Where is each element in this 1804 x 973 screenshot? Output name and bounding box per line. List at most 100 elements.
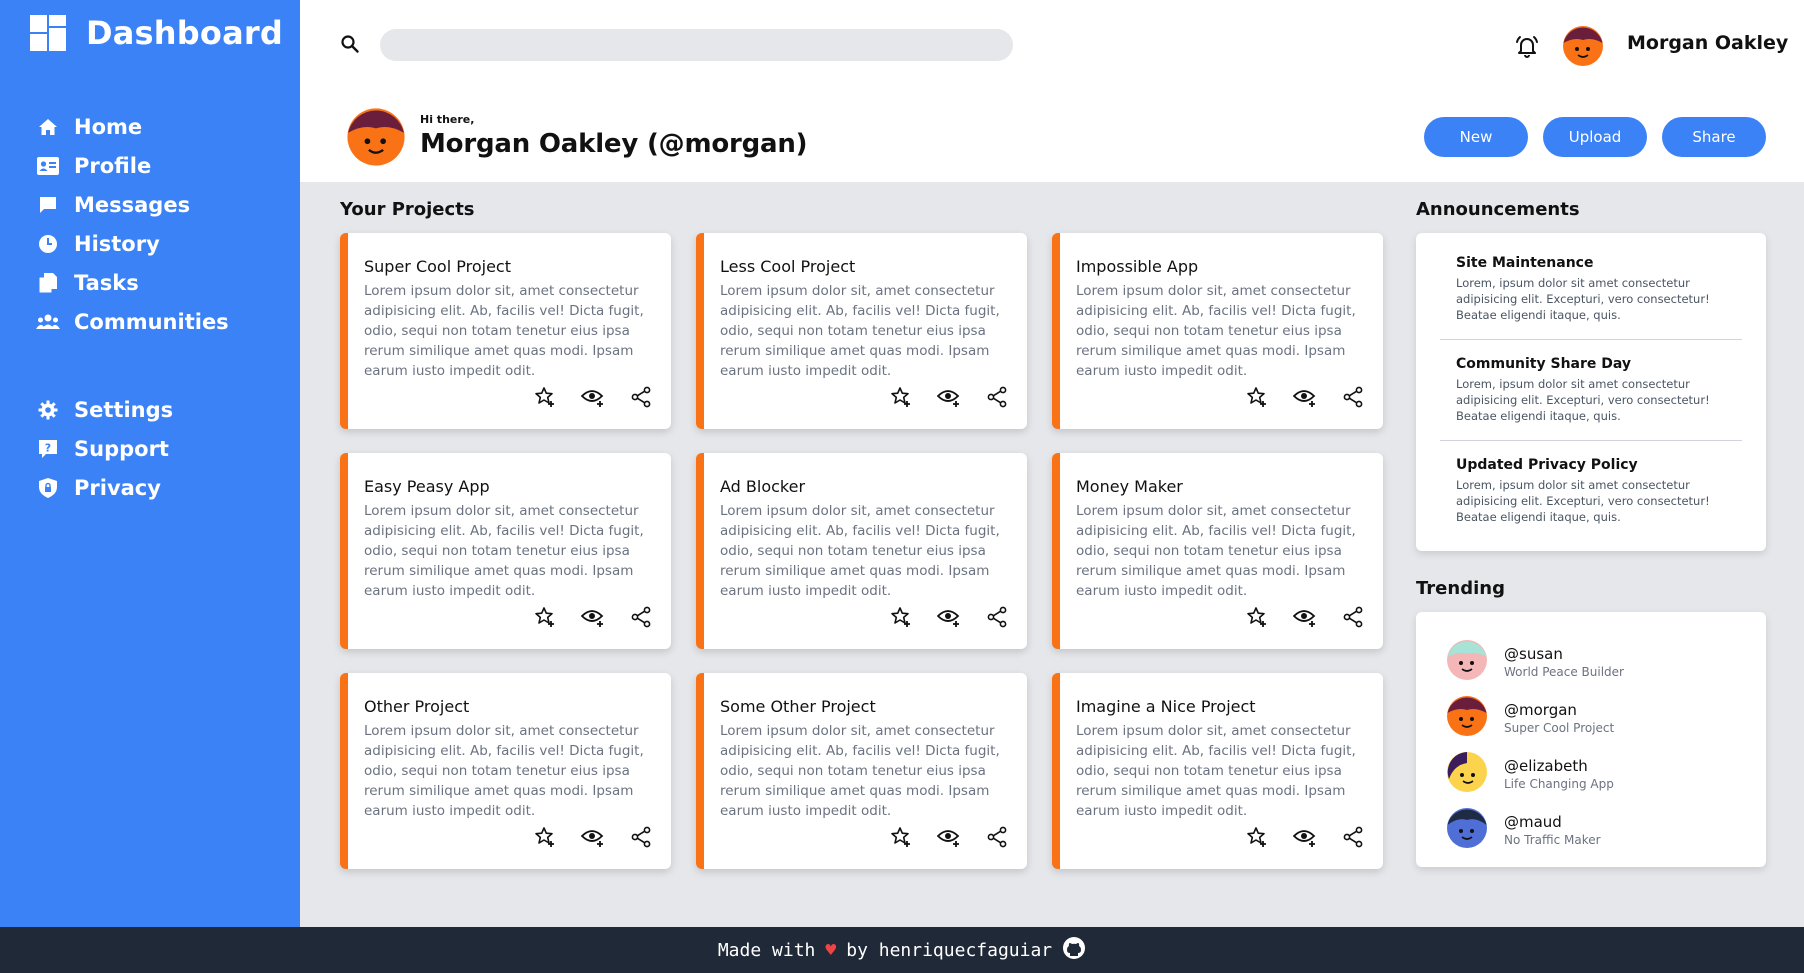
nav-item-support[interactable]: ? Support xyxy=(36,429,173,468)
share-button[interactable]: Share xyxy=(1662,117,1766,157)
home-icon xyxy=(36,115,60,139)
project-actions xyxy=(1245,605,1365,629)
trending-handle: @maud xyxy=(1504,813,1562,831)
project-card[interactable]: Ad Blocker Lorem ipsum dolor sit, amet c… xyxy=(696,453,1027,649)
trending-subtitle: No Traffic Maker xyxy=(1504,833,1601,847)
project-description: Lorem ipsum dolor sit, amet consectetur … xyxy=(364,723,644,819)
avatar xyxy=(1446,695,1488,741)
share-icon[interactable] xyxy=(629,825,653,849)
announcement-item[interactable]: Site Maintenance Lorem, ipsum dolor sit … xyxy=(1440,255,1742,340)
footer-author[interactable]: by henriquecfaguiar xyxy=(846,940,1052,961)
dashboard-logo-icon xyxy=(30,15,66,51)
watch-icon[interactable] xyxy=(937,605,961,629)
announcement-item[interactable]: Community Share Day Lorem, ipsum dolor s… xyxy=(1440,356,1742,441)
brand-title: Dashboard xyxy=(86,14,283,52)
help-icon: ? xyxy=(36,437,60,461)
project-actions xyxy=(889,825,1009,849)
star-icon[interactable] xyxy=(889,605,913,629)
new-button[interactable]: New xyxy=(1424,117,1528,157)
watch-icon[interactable] xyxy=(1293,825,1317,849)
projects-title: Your Projects xyxy=(340,199,475,220)
watch-icon[interactable] xyxy=(581,605,605,629)
project-card[interactable]: Some Other Project Lorem ipsum dolor sit… xyxy=(696,673,1027,869)
project-description: Lorem ipsum dolor sit, amet consectetur … xyxy=(1076,283,1356,379)
watch-icon[interactable] xyxy=(937,385,961,409)
trending-item[interactable]: @susan World Peace Builder xyxy=(1446,634,1736,690)
nav-item-history[interactable]: History xyxy=(36,224,229,263)
trending-subtitle: Super Cool Project xyxy=(1504,721,1615,735)
star-icon[interactable] xyxy=(889,825,913,849)
watch-icon[interactable] xyxy=(581,825,605,849)
heart-icon: ♥ xyxy=(825,939,837,961)
avatar[interactable] xyxy=(1562,25,1604,71)
project-title: Ad Blocker xyxy=(720,477,806,496)
trending-subtitle: World Peace Builder xyxy=(1504,665,1624,679)
announcements-panel: Site Maintenance Lorem, ipsum dolor sit … xyxy=(1416,233,1766,551)
main-nav: Home Profile Messages History Tasks Comm… xyxy=(36,107,229,341)
star-icon[interactable] xyxy=(1245,825,1269,849)
trending-title: Trending xyxy=(1416,578,1505,599)
nav-label: Messages xyxy=(74,192,191,217)
star-icon[interactable] xyxy=(533,825,557,849)
star-icon[interactable] xyxy=(533,385,557,409)
project-card[interactable]: Less Cool Project Lorem ipsum dolor sit,… xyxy=(696,233,1027,429)
nav-label: Profile xyxy=(74,153,152,178)
project-card[interactable]: Money Maker Lorem ipsum dolor sit, amet … xyxy=(1052,453,1383,649)
avatar xyxy=(1446,807,1488,853)
announcement-title: Community Share Day xyxy=(1456,356,1632,372)
announcement-item[interactable]: Updated Privacy Policy Lorem, ipsum dolo… xyxy=(1440,457,1742,541)
upload-button[interactable]: Upload xyxy=(1543,117,1647,157)
trending-subtitle: Life Changing App xyxy=(1504,777,1614,791)
watch-icon[interactable] xyxy=(937,825,961,849)
trending-handle: @elizabeth xyxy=(1504,757,1588,775)
trending-item[interactable]: @maud No Traffic Maker xyxy=(1446,802,1736,858)
watch-icon[interactable] xyxy=(1293,605,1317,629)
search-icon[interactable] xyxy=(340,34,360,58)
nav-item-messages[interactable]: Messages xyxy=(36,185,229,224)
nav-item-communities[interactable]: Communities xyxy=(36,302,229,341)
nav-label: Support xyxy=(74,436,169,461)
brand[interactable]: Dashboard xyxy=(30,14,283,52)
star-icon[interactable] xyxy=(1245,605,1269,629)
projects-grid: Super Cool Project Lorem ipsum dolor sit… xyxy=(340,233,1383,869)
trending-item[interactable]: @morgan Super Cool Project xyxy=(1446,690,1736,746)
share-icon[interactable] xyxy=(1341,605,1365,629)
nav-item-profile[interactable]: Profile xyxy=(36,146,229,185)
watch-icon[interactable] xyxy=(1293,385,1317,409)
footer: Made with ♥ by henriquecfaguiar xyxy=(0,927,1804,973)
star-icon[interactable] xyxy=(533,605,557,629)
nav-item-tasks[interactable]: Tasks xyxy=(36,263,229,302)
chat-icon xyxy=(36,193,60,217)
greeting-small: Hi there, xyxy=(420,113,475,126)
share-icon[interactable] xyxy=(985,605,1009,629)
project-card[interactable]: Easy Peasy App Lorem ipsum dolor sit, am… xyxy=(340,453,671,649)
nav-item-privacy[interactable]: Privacy xyxy=(36,468,173,507)
search-input[interactable] xyxy=(380,29,1013,61)
nav-item-home[interactable]: Home xyxy=(36,107,229,146)
project-description: Lorem ipsum dolor sit, amet consectetur … xyxy=(720,503,1000,599)
star-icon[interactable] xyxy=(889,385,913,409)
notification-bell-icon[interactable] xyxy=(1514,33,1540,63)
project-card[interactable]: Other Project Lorem ipsum dolor sit, ame… xyxy=(340,673,671,869)
share-icon[interactable] xyxy=(985,385,1009,409)
project-card[interactable]: Super Cool Project Lorem ipsum dolor sit… xyxy=(340,233,671,429)
project-actions xyxy=(533,385,653,409)
nav-label: Privacy xyxy=(74,475,161,500)
top-header: Morgan Oakley Hi there, Morgan Oakley (@… xyxy=(300,0,1804,182)
trending-item[interactable]: @elizabeth Life Changing App xyxy=(1446,746,1736,802)
header-actions: New Upload Share xyxy=(1424,117,1766,157)
nav-item-settings[interactable]: Settings xyxy=(36,390,173,429)
footer-made-with: Made with xyxy=(717,939,816,961)
github-icon[interactable] xyxy=(1062,936,1086,965)
project-card[interactable]: Impossible App Lorem ipsum dolor sit, am… xyxy=(1052,233,1383,429)
star-icon[interactable] xyxy=(1245,385,1269,409)
project-card[interactable]: Imagine a Nice Project Lorem ipsum dolor… xyxy=(1052,673,1383,869)
share-icon[interactable] xyxy=(1341,825,1365,849)
share-icon[interactable] xyxy=(985,825,1009,849)
share-icon[interactable] xyxy=(1341,385,1365,409)
watch-icon[interactable] xyxy=(581,385,605,409)
header-user-name[interactable]: Morgan Oakley xyxy=(1627,32,1788,54)
share-icon[interactable] xyxy=(629,605,653,629)
announcement-text: Lorem, ipsum dolor sit amet consectetur … xyxy=(1456,377,1710,423)
share-icon[interactable] xyxy=(629,385,653,409)
